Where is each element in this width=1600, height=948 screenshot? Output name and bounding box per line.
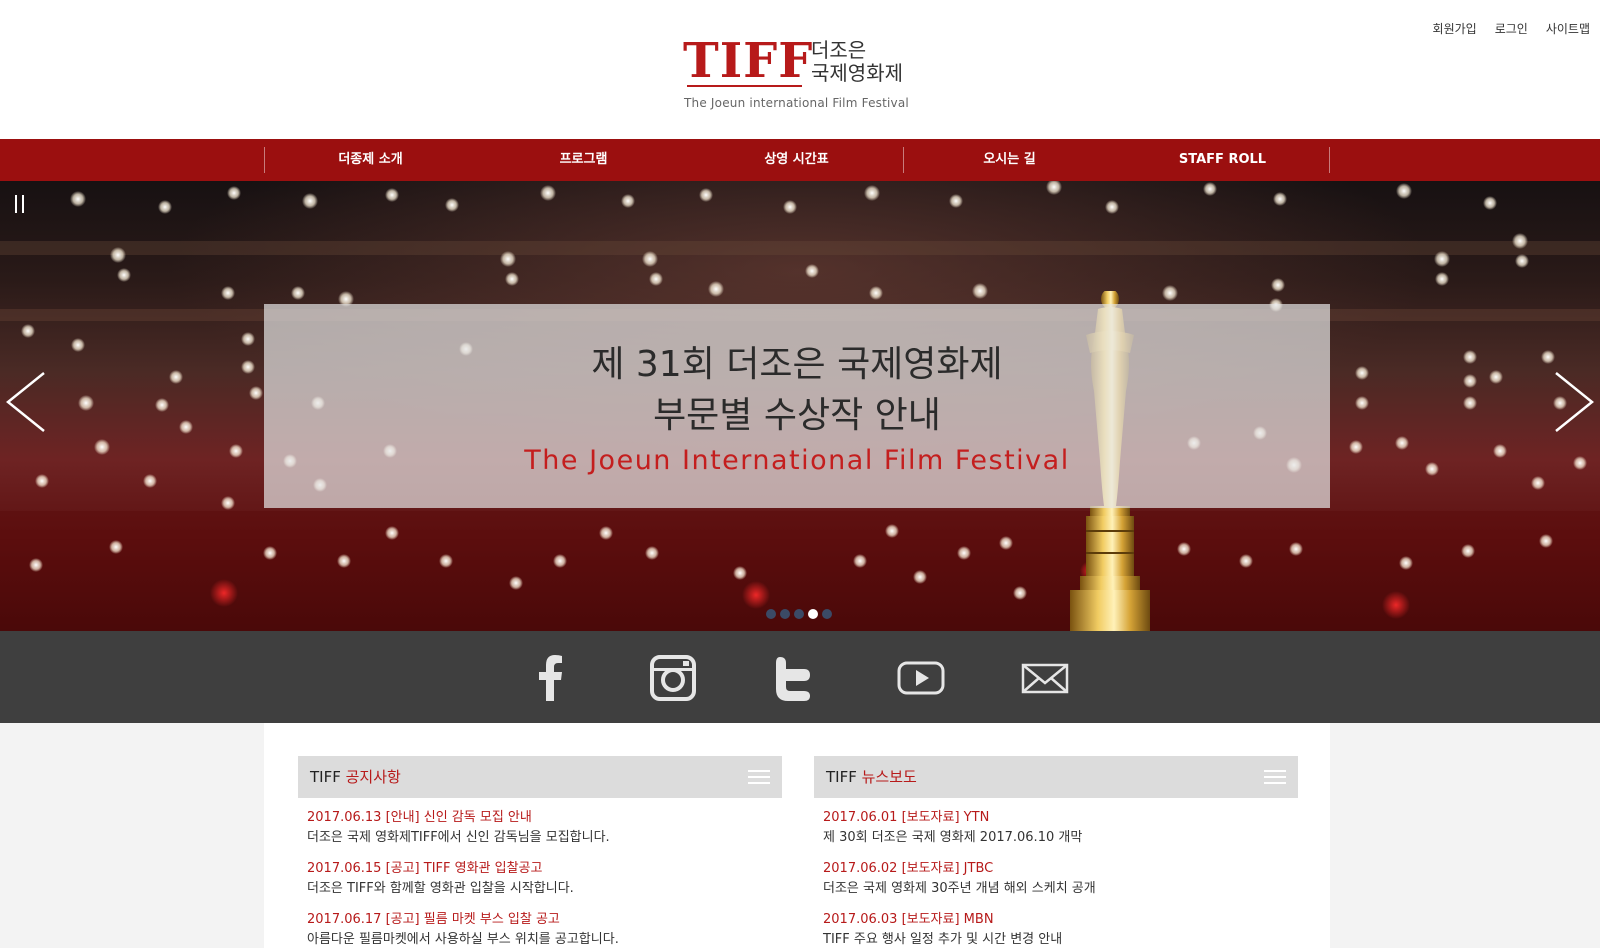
youtube-icon[interactable]: [896, 653, 946, 703]
list-item-desc: 더조은 국제 영화제 30주년 개념 해외 스케치 공개: [823, 881, 1096, 896]
nav-item-about[interactable]: 더종제 소개: [264, 139, 477, 181]
nav-divider: [1329, 147, 1330, 173]
site-logo[interactable]: TIFF 더조은 국제영화제 The Joeun international F…: [683, 34, 923, 118]
list-item[interactable]: 2017.06.02 [보도자료] JTBC 더조은 국제 영화제 30주년 개…: [814, 859, 1298, 899]
list-item-title[interactable]: 2017.06.02 [보도자료] JTBC: [823, 859, 1298, 879]
nav-item-program[interactable]: 프로그램: [477, 139, 690, 181]
menu-icon[interactable]: [1264, 770, 1286, 784]
chevron-right-icon: [1555, 372, 1594, 432]
pause-button[interactable]: [13, 195, 27, 213]
hero-english-title: The Joeun International Film Festival: [524, 445, 1070, 476]
signup-link[interactable]: 회원가입: [1433, 20, 1477, 37]
news-list: 2017.06.01 [보도자료] YTN 제 30회 더조은 국제 영화제 2…: [814, 798, 1298, 948]
next-slide-button[interactable]: [1552, 371, 1596, 433]
menu-icon[interactable]: [748, 770, 770, 784]
board-title-label: 공지사항: [345, 768, 401, 786]
list-item-desc: TIFF 주요 행사 일정 추가 및 시간 변경 안내: [823, 932, 1063, 947]
instagram-icon[interactable]: [648, 653, 698, 703]
notice-list: 2017.06.13 [안내] 신인 감독 모집 안내 더조은 국제 영화제TI…: [298, 798, 782, 948]
list-item[interactable]: 2017.06.01 [보도자료] YTN 제 30회 더조은 국제 영화제 2…: [814, 808, 1298, 848]
nav-item-directions[interactable]: 오시는 길: [903, 139, 1116, 181]
list-item-title[interactable]: 2017.06.13 [안내] 신인 감독 모집 안내: [307, 808, 782, 828]
slide-dot-active[interactable]: [808, 609, 818, 619]
board-title-prefix: TIFF: [826, 768, 857, 786]
board-title-label: 뉴스보도: [861, 768, 917, 786]
list-item-title[interactable]: 2017.06.15 [공고] TIFF 영화관 입찰공고: [307, 859, 782, 879]
slide-dot[interactable]: [766, 609, 776, 619]
prev-slide-button[interactable]: [4, 371, 48, 433]
utility-links: 회원가입 로그인 사이트맵: [1433, 20, 1590, 37]
list-item[interactable]: 2017.06.13 [안내] 신인 감독 모집 안내 더조은 국제 영화제TI…: [298, 808, 782, 848]
login-link[interactable]: 로그인: [1495, 20, 1528, 37]
hero-slider: 제 31회 더조은 국제영화제 부문별 수상작 안내 The Joeun Int…: [0, 181, 1600, 631]
list-item[interactable]: 2017.06.03 [보도자료] MBN TIFF 주요 행사 일정 추가 및…: [814, 910, 1298, 948]
list-item-title[interactable]: 2017.06.17 [공고] 필름 마켓 부스 입찰 공고: [307, 910, 782, 930]
news-board-header: TIFF 뉴스보도: [814, 756, 1298, 798]
list-item[interactable]: 2017.06.15 [공고] TIFF 영화관 입찰공고 더조은 TIFF와 …: [298, 859, 782, 899]
logo-underline: [687, 85, 802, 87]
slide-indicators: [766, 609, 832, 619]
mail-icon[interactable]: [1020, 653, 1070, 703]
list-item-title[interactable]: 2017.06.01 [보도자료] YTN: [823, 808, 1298, 828]
notice-board-title: TIFF 공지사항: [310, 756, 401, 798]
hero-caption: 제 31회 더조은 국제영화제 부문별 수상작 안내 The Joeun Int…: [264, 304, 1330, 508]
list-item-desc: 제 30회 더조은 국제 영화제 2017.06.10 개막: [823, 830, 1083, 845]
slide-dot[interactable]: [794, 609, 804, 619]
notice-board-header: TIFF 공지사항: [298, 756, 782, 798]
list-item-desc: 더조은 국제 영화제TIFF에서 신인 감독님을 모집합니다.: [307, 830, 610, 845]
nav-item-staff-roll[interactable]: STAFF ROLL: [1116, 139, 1329, 181]
news-board: TIFF 뉴스보도 2017.06.01 [보도자료] YTN 제 30회 더조…: [814, 756, 1298, 948]
logo-english-name: The Joeun international Film Festival: [684, 96, 909, 110]
list-item-desc: 더조은 TIFF와 함께할 영화관 입찰을 시작합니다.: [307, 881, 574, 896]
logo-wordmark: TIFF: [683, 33, 814, 89]
logo-korean-line2: 국제영화제: [811, 61, 903, 85]
slide-dot[interactable]: [822, 609, 832, 619]
board-title-prefix: TIFF: [310, 768, 341, 786]
list-item-title[interactable]: 2017.06.03 [보도자료] MBN: [823, 910, 1298, 930]
social-bar: [0, 631, 1600, 723]
slide-dot[interactable]: [780, 609, 790, 619]
list-item[interactable]: 2017.06.17 [공고] 필름 마켓 부스 입찰 공고 아름다운 필름마켓…: [298, 910, 782, 948]
hero-title: 제 31회 더조은 국제영화제: [591, 344, 1003, 385]
facebook-icon[interactable]: [526, 653, 576, 703]
logo-korean-name: 더조은 국제영화제: [811, 39, 903, 85]
site-header: 회원가입 로그인 사이트맵 TIFF 더조은 국제영화제 The Joeun i…: [0, 0, 1600, 139]
main-content: TIFF 공지사항 2017.06.13 [안내] 신인 감독 모집 안내 더조…: [264, 723, 1330, 948]
twitter-icon[interactable]: [770, 653, 820, 703]
hero-subtitle: 부문별 수상작 안내: [653, 395, 941, 436]
logo-korean-line1: 더조은: [811, 38, 867, 62]
main-nav: 더종제 소개 프로그램 상영 시간표 오시는 길 STAFF ROLL: [0, 139, 1600, 181]
list-item-desc: 아름다운 필름마켓에서 사용하실 부스 위치를 공고합니다.: [307, 932, 619, 947]
notice-board: TIFF 공지사항 2017.06.13 [안내] 신인 감독 모집 안내 더조…: [298, 756, 782, 948]
chevron-left-icon: [6, 372, 45, 432]
news-board-title: TIFF 뉴스보도: [826, 756, 917, 798]
nav-item-schedule[interactable]: 상영 시간표: [690, 139, 903, 181]
sitemap-link[interactable]: 사이트맵: [1546, 20, 1590, 37]
